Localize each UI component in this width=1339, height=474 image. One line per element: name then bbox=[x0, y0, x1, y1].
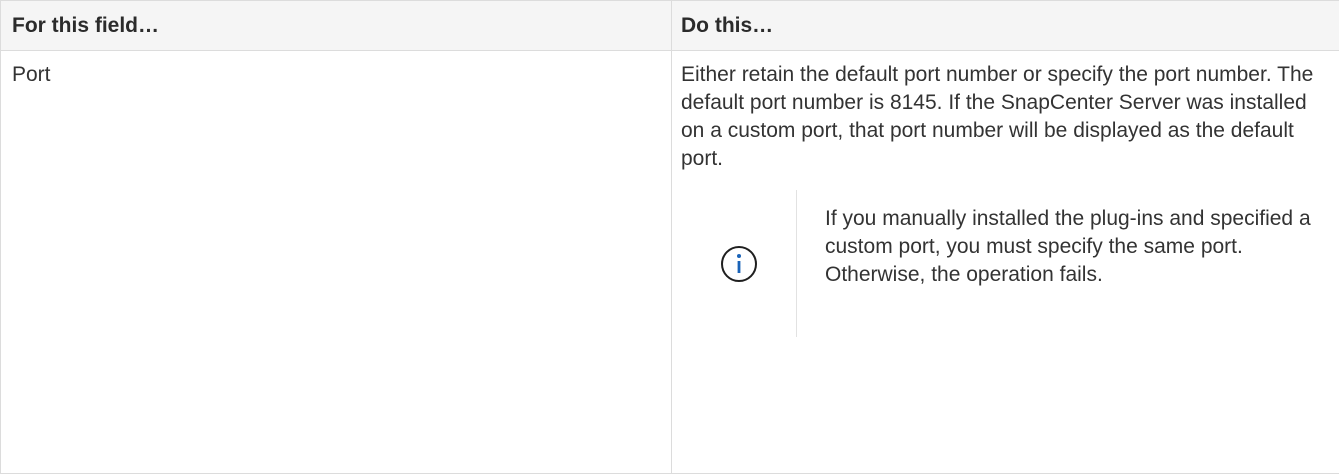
field-name: Port bbox=[12, 63, 51, 86]
note-text: If you manually installed the plug-ins a… bbox=[825, 207, 1311, 286]
table-header-row: For this field… Do this… bbox=[0, 0, 1339, 51]
table-row: Port Either retain the default port numb… bbox=[0, 50, 1339, 474]
field-column-header: For this field… bbox=[0, 0, 672, 51]
field-name-cell: Port bbox=[0, 50, 672, 474]
info-note: If you manually installed the plug-ins a… bbox=[681, 190, 1329, 337]
note-icon-column bbox=[681, 190, 797, 337]
action-description: Either retain the default port number or… bbox=[681, 63, 1314, 170]
info-icon bbox=[720, 245, 757, 282]
action-cell: Either retain the default port number or… bbox=[671, 50, 1339, 474]
field-description-table: For this field… Do this… Port Either ret… bbox=[0, 0, 1339, 474]
action-column-header: Do this… bbox=[671, 0, 1339, 51]
